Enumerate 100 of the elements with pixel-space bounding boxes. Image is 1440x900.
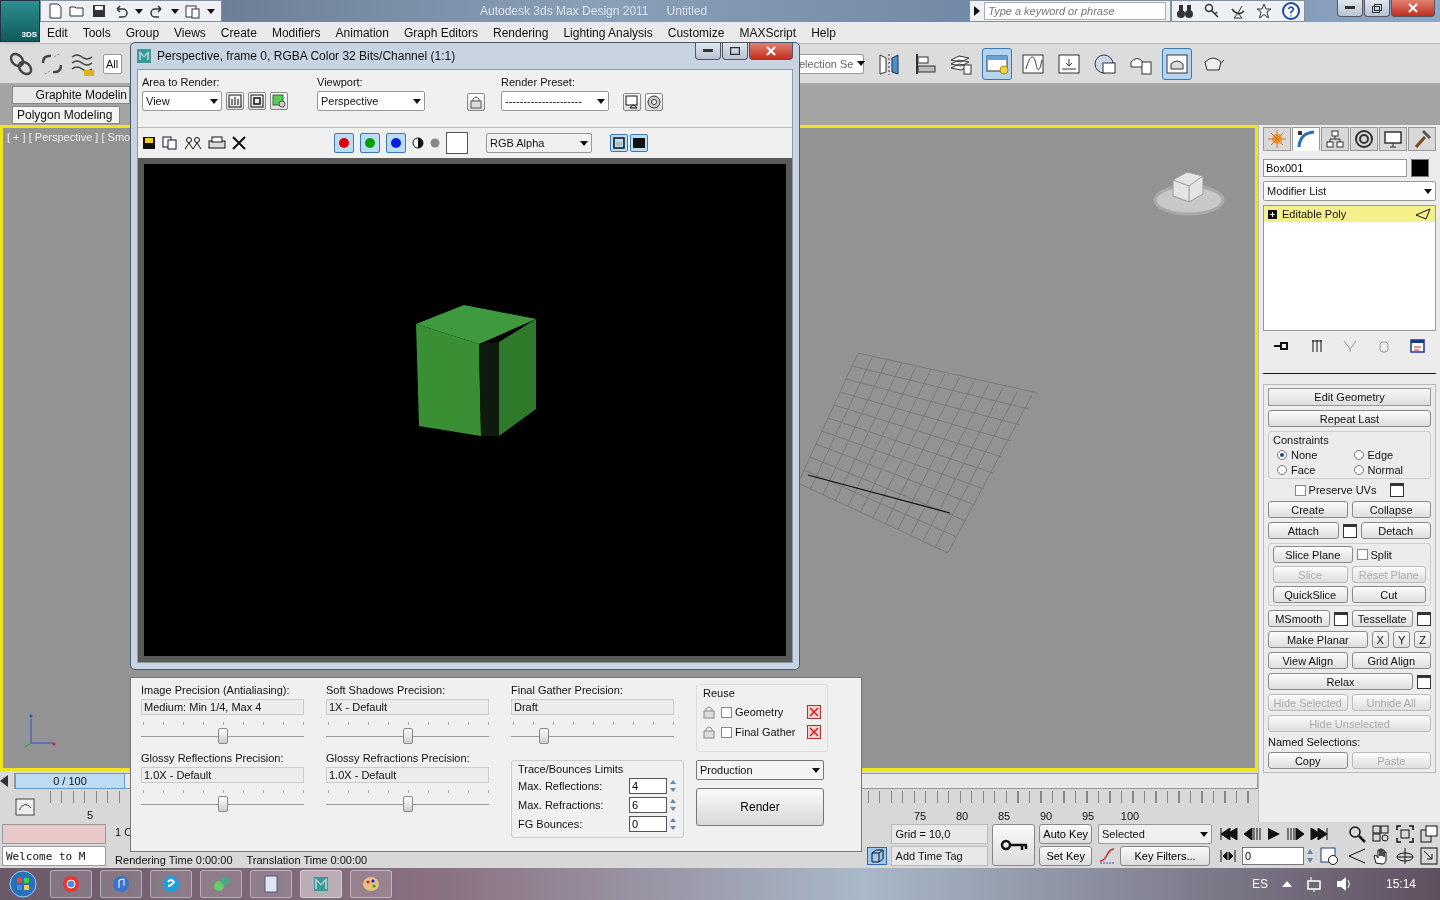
configure-sets-icon[interactable]	[1409, 339, 1426, 353]
slider-thumb[interactable]	[402, 728, 413, 744]
time-config-icon[interactable]	[1320, 847, 1338, 865]
command-button[interactable]: Make Planar	[1268, 631, 1368, 648]
spinner-icon[interactable]	[669, 798, 677, 812]
zoom-icon[interactable]	[1348, 825, 1366, 843]
radio-button[interactable]	[1353, 450, 1364, 460]
render-button[interactable]: Render	[696, 788, 824, 826]
modifier-list-dropdown[interactable]: Modifier List	[1263, 181, 1436, 201]
copy-icon[interactable]	[162, 136, 178, 150]
number-field[interactable]: 0	[629, 816, 667, 832]
auto-region-button[interactable]	[248, 92, 266, 110]
lock-button[interactable]	[467, 93, 485, 111]
command-button[interactable]: Tessellate	[1351, 610, 1413, 627]
field-of-view-icon[interactable]	[1348, 847, 1366, 865]
selection-filter-dropdown[interactable]: All	[103, 53, 122, 74]
object-color-swatch[interactable]	[1411, 159, 1429, 177]
channel-toggle[interactable]	[334, 133, 354, 153]
taskbar-button[interactable]	[250, 870, 292, 898]
zoom-extents-all-icon[interactable]	[1420, 825, 1438, 843]
settings-button[interactable]	[1417, 674, 1431, 689]
command-button[interactable]: MSmooth	[1268, 610, 1330, 627]
go-to-start-icon[interactable]	[1220, 828, 1238, 840]
menu-item[interactable]: Help	[804, 25, 844, 40]
menu-item[interactable]: Edit	[40, 25, 76, 40]
ribbon-panel-tab[interactable]: Polygon Modeling	[12, 106, 120, 124]
auto-key-button[interactable]: Auto Key	[1039, 824, 1092, 844]
minimize-button[interactable]	[1337, 0, 1363, 17]
checkbox[interactable]	[1356, 549, 1368, 560]
clear-cache-icon[interactable]	[807, 705, 821, 719]
listener-field[interactable]: Welcome to M	[2, 846, 107, 866]
play-arrow-icon[interactable]	[974, 6, 981, 16]
network-icon[interactable]	[1305, 876, 1322, 892]
time-slider-thumb[interactable]: 0 / 100	[15, 773, 125, 789]
project-folder-icon[interactable]	[185, 3, 201, 19]
caret-icon[interactable]	[135, 8, 143, 14]
tangent-curve-icon[interactable]	[1098, 847, 1116, 865]
orbit-icon[interactable]	[1396, 847, 1414, 865]
environment-button[interactable]	[645, 93, 663, 111]
menu-item[interactable]: Lighting Analysis	[556, 25, 661, 40]
satellite-dish-icon[interactable]	[1230, 3, 1247, 19]
caret-icon[interactable]	[171, 8, 179, 14]
new-file-icon[interactable]	[47, 3, 63, 19]
minimize-button[interactable]	[695, 43, 721, 60]
next-frame-icon[interactable]	[1286, 828, 1304, 840]
previous-frame-icon[interactable]	[1244, 828, 1262, 840]
play-icon[interactable]	[1268, 828, 1280, 840]
menu-item[interactable]: Group	[118, 25, 168, 40]
panel-tab[interactable]	[1292, 127, 1320, 151]
spinner-icon[interactable]	[1306, 848, 1314, 864]
axis-button[interactable]: X	[1371, 631, 1389, 648]
render-setup-button[interactable]	[623, 93, 641, 111]
command-button[interactable]: Copy	[1268, 752, 1348, 769]
close-button[interactable]	[1391, 0, 1435, 17]
people-icon[interactable]	[184, 136, 202, 150]
command-button[interactable]: Slice Plane	[1273, 546, 1353, 563]
search-field[interactable]: Type a keyword or phrase	[984, 2, 1167, 20]
restore-button[interactable]	[1364, 0, 1390, 17]
dot-icon[interactable]	[430, 138, 440, 148]
command-button[interactable]: Grid Align	[1351, 652, 1431, 669]
render-mode-dropdown[interactable]: Production	[696, 760, 824, 780]
stack-item[interactable]: Editable Poly	[1264, 206, 1435, 222]
object-name-field[interactable]: Box001	[1263, 159, 1407, 177]
edit-region-button[interactable]	[226, 92, 244, 110]
channel-toggle[interactable]	[386, 133, 406, 153]
menu-item[interactable]: Rendering	[486, 25, 557, 40]
printer-icon[interactable]	[208, 136, 226, 150]
menu-item[interactable]: MAXScript	[732, 25, 805, 40]
pan-hand-icon[interactable]	[1372, 847, 1390, 865]
repeat-last-button[interactable]: Repeat Last	[1268, 410, 1431, 427]
viewport-dropdown[interactable]: Perspective	[317, 91, 425, 111]
spinner-icon[interactable]	[669, 779, 677, 793]
command-button[interactable]: Attach	[1268, 522, 1339, 539]
menu-item[interactable]: Animation	[328, 25, 397, 40]
command-button[interactable]: Create	[1268, 501, 1348, 518]
slider-thumb[interactable]	[217, 796, 228, 812]
time-tag-field[interactable]: Add Time Tag	[890, 846, 988, 866]
close-button[interactable]	[749, 43, 793, 60]
key-filters-button[interactable]: Key Filters...	[1120, 846, 1210, 866]
command-button[interactable]: Relax	[1268, 673, 1413, 690]
redo-icon[interactable]	[149, 3, 165, 19]
taskbar-button[interactable]	[50, 870, 92, 898]
speaker-icon[interactable]	[1335, 876, 1352, 892]
menu-item[interactable]: Customize	[660, 25, 733, 40]
set-key-button[interactable]	[991, 824, 1036, 866]
go-to-end-icon[interactable]	[1310, 828, 1328, 840]
panel-tab[interactable]	[1350, 127, 1378, 151]
clear-cache-icon[interactable]	[807, 725, 821, 739]
chain-link-icon[interactable]	[8, 50, 34, 77]
taskbar-button[interactable]	[150, 870, 192, 898]
binoculars-icon[interactable]	[1176, 3, 1195, 19]
maximize-viewport-icon[interactable]	[1420, 847, 1438, 865]
channel-toggle[interactable]	[360, 133, 380, 153]
maximize-button[interactable]	[722, 43, 748, 60]
language-indicator[interactable]: ES	[1251, 877, 1268, 891]
triangle-icon[interactable]	[1415, 208, 1431, 220]
settings-button[interactable]	[1333, 611, 1348, 626]
menu-item[interactable]: Modifiers	[264, 25, 329, 40]
spinner-icon[interactable]	[669, 817, 677, 831]
ribbon-tab[interactable]: Graphite Modelin	[12, 86, 130, 104]
